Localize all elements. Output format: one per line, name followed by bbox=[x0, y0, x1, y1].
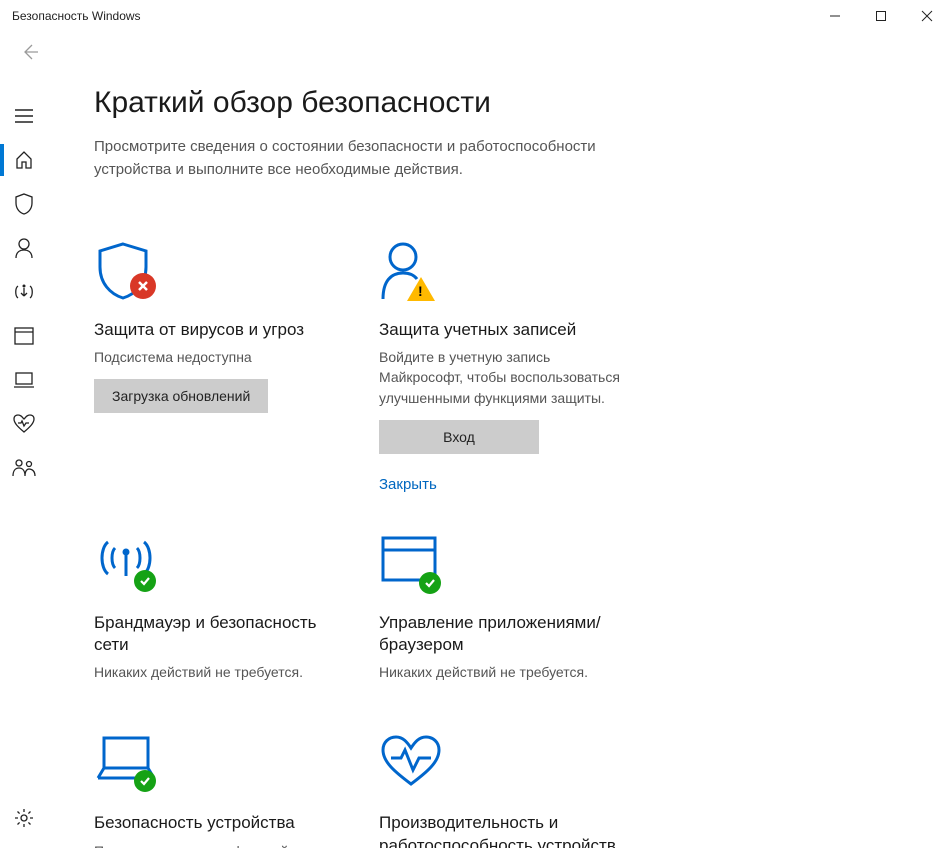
page-subtitle: Просмотрите сведения о состоянии безопас… bbox=[94, 136, 614, 181]
titlebar: Безопасность Windows bbox=[0, 0, 950, 32]
account-warn-icon bbox=[379, 241, 449, 301]
card-account[interactable]: Защита учетных записей Войдите в учетную… bbox=[379, 241, 634, 494]
card-desc: Просмотр состояния функций защиты оборуд… bbox=[94, 841, 349, 848]
main-content: Краткий обзор безопасности Просмотрите с… bbox=[48, 72, 950, 848]
hamburger-icon[interactable] bbox=[0, 94, 48, 138]
sidebar-item-account[interactable] bbox=[0, 226, 48, 270]
sidebar bbox=[0, 72, 48, 848]
card-title: Управление приложениями/браузером bbox=[379, 612, 634, 656]
sidebar-item-home[interactable] bbox=[0, 138, 48, 182]
sidebar-item-device[interactable] bbox=[0, 358, 48, 402]
card-desc: Войдите в учетную запись Майкрософт, что… bbox=[379, 347, 634, 408]
card-desc: Подсистема недоступна bbox=[94, 347, 349, 367]
maximize-button[interactable] bbox=[858, 0, 904, 32]
sidebar-item-settings[interactable] bbox=[0, 796, 48, 840]
sidebar-item-firewall[interactable] bbox=[0, 270, 48, 314]
card-desc: Никаких действий не требуется. bbox=[379, 662, 634, 682]
card-title: Производительность и работоспособность у… bbox=[379, 812, 634, 848]
device-check-icon bbox=[94, 734, 164, 794]
sidebar-item-family[interactable] bbox=[0, 446, 48, 490]
card-firewall[interactable]: Брандмауэр и безопасность сети Никаких д… bbox=[94, 534, 349, 694]
window-title: Безопасность Windows bbox=[12, 9, 141, 23]
window-controls bbox=[812, 0, 950, 32]
page-title: Краткий обзор безопасности bbox=[94, 86, 910, 120]
card-device[interactable]: Безопасность устройства Просмотр состоян… bbox=[94, 734, 349, 848]
health-icon bbox=[379, 734, 449, 794]
back-row bbox=[0, 32, 950, 72]
back-button[interactable] bbox=[16, 38, 44, 66]
shield-x-icon bbox=[94, 241, 164, 301]
card-health[interactable]: Производительность и работоспособность у… bbox=[379, 734, 634, 848]
card-title: Защита от вирусов и угроз bbox=[94, 319, 349, 341]
dismiss-link[interactable]: Закрыть bbox=[379, 476, 437, 493]
download-updates-button[interactable]: Загрузка обновлений bbox=[94, 379, 268, 413]
card-desc: Никаких действий не требуется. bbox=[94, 662, 349, 682]
card-title: Защита учетных записей bbox=[379, 319, 634, 341]
browser-check-icon bbox=[379, 534, 449, 594]
signin-button[interactable]: Вход bbox=[379, 420, 539, 454]
minimize-button[interactable] bbox=[812, 0, 858, 32]
close-button[interactable] bbox=[904, 0, 950, 32]
sidebar-item-virus[interactable] bbox=[0, 182, 48, 226]
card-title: Безопасность устройства bbox=[94, 812, 349, 834]
sidebar-item-browser[interactable] bbox=[0, 314, 48, 358]
cards-grid: Защита от вирусов и угроз Подсистема нед… bbox=[94, 241, 910, 848]
firewall-check-icon bbox=[94, 534, 164, 594]
sidebar-item-health[interactable] bbox=[0, 402, 48, 446]
card-title: Брандмауэр и безопасность сети bbox=[94, 612, 349, 656]
card-virus[interactable]: Защита от вирусов и угроз Подсистема нед… bbox=[94, 241, 349, 494]
card-browser[interactable]: Управление приложениями/браузером Никаки… bbox=[379, 534, 634, 694]
